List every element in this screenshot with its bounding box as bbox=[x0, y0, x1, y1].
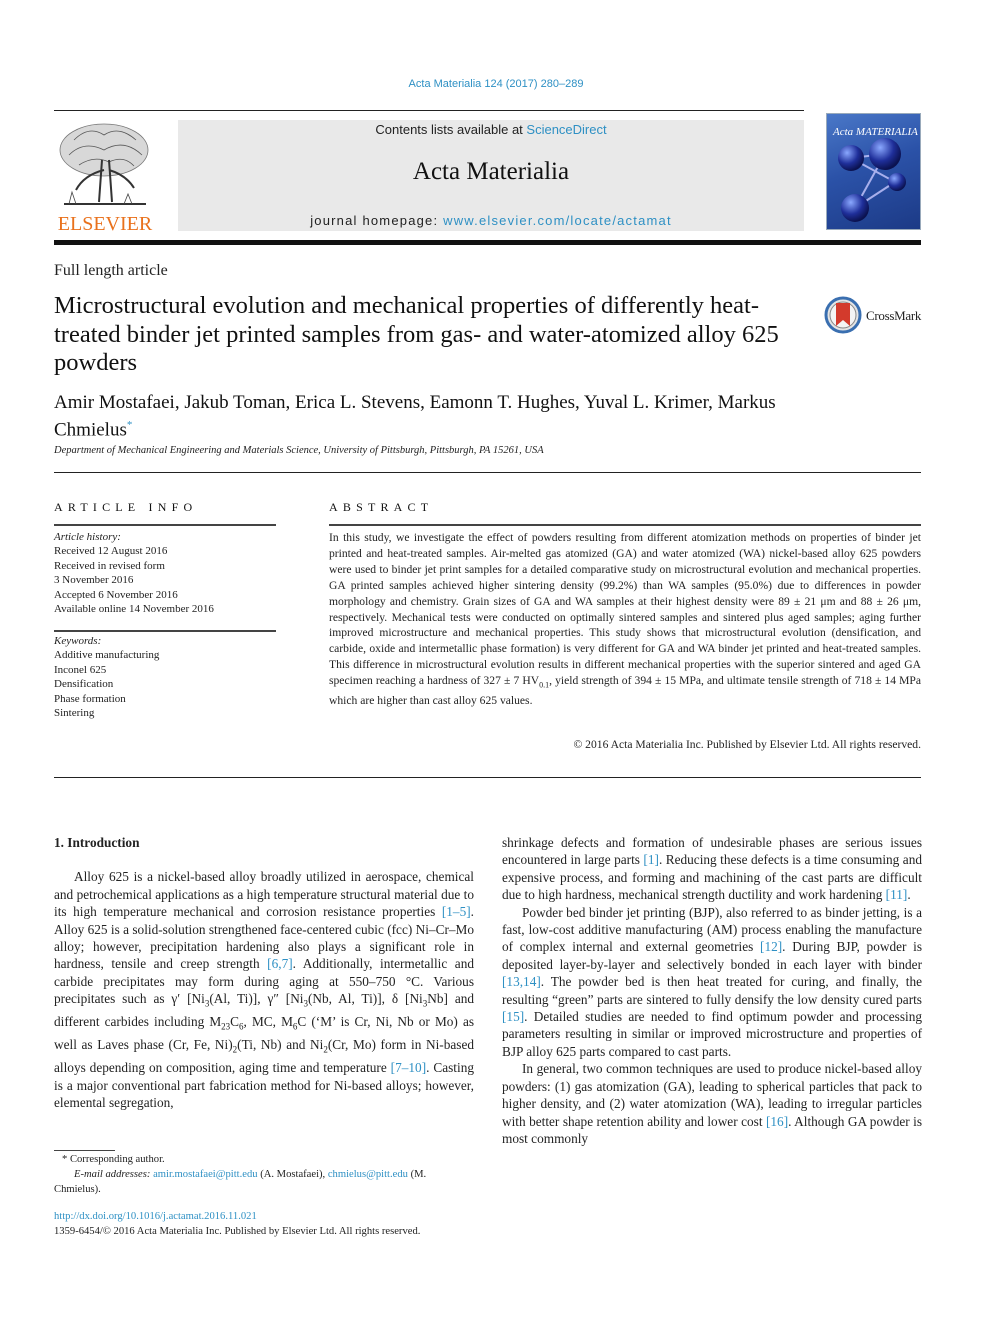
header-thick-rule bbox=[54, 240, 921, 245]
reference-link[interactable]: [16] bbox=[766, 1114, 788, 1129]
elsevier-tree-icon bbox=[59, 123, 149, 205]
crossmark-button[interactable]: CrossMark bbox=[824, 296, 924, 336]
doi-link[interactable]: http://dx.doi.org/10.1016/j.actamat.2016… bbox=[54, 1211, 257, 1222]
reference-link[interactable]: [1–5] bbox=[442, 904, 471, 919]
article-info-rule bbox=[54, 524, 276, 526]
hardness-subscript: 0.1 bbox=[539, 680, 550, 690]
keyword-item: Densification bbox=[54, 678, 114, 691]
history-item: Available online 14 November 2016 bbox=[54, 603, 214, 616]
reference-link[interactable]: [6,7] bbox=[267, 956, 292, 971]
author-names: Amir Mostafaei, Jakub Toman, Erica L. St… bbox=[54, 392, 776, 441]
keywords: Keywords: Additive manufacturing Inconel… bbox=[54, 634, 276, 720]
email-addresses: E-mail addresses: amir.mostafaei@pitt.ed… bbox=[54, 1169, 427, 1195]
abstract-rule bbox=[329, 524, 921, 526]
corresponding-author-note: * Corresponding author. bbox=[62, 1154, 165, 1165]
article-history: Article history: Received 12 August 2016… bbox=[54, 530, 276, 616]
abstract-heading: ABSTRACT bbox=[329, 500, 434, 514]
abstract-text: In this study, we investigate the effect… bbox=[329, 530, 921, 709]
elsevier-wordmark: ELSEVIER bbox=[57, 213, 153, 235]
homepage-line: journal homepage: www.elsevier.com/locat… bbox=[178, 213, 804, 228]
email-link[interactable]: chmielus@pitt.edu bbox=[328, 1169, 408, 1180]
article-title: Microstructural evolution and mechanical… bbox=[54, 292, 779, 376]
keyword-item: Phase formation bbox=[54, 692, 126, 705]
article-info-heading: ARTICLE INFO bbox=[54, 500, 198, 514]
homepage-prefix: journal homepage: bbox=[310, 213, 444, 228]
journal-banner: Contents lists available at ScienceDirec… bbox=[178, 120, 804, 231]
abstract-end-rule bbox=[54, 777, 921, 778]
corresponding-author-mark[interactable]: * bbox=[127, 419, 133, 431]
sciencedirect-link[interactable]: ScienceDirect bbox=[526, 122, 606, 137]
cover-spheres-graphic bbox=[838, 138, 906, 222]
email-link[interactable]: amir.mostafaei@pitt.edu bbox=[153, 1169, 257, 1180]
history-item: Accepted 6 November 2016 bbox=[54, 588, 178, 601]
keyword-item: Inconel 625 bbox=[54, 663, 107, 676]
affiliation-rule bbox=[54, 472, 921, 473]
journal-citation-link[interactable]: Acta Materialia 124 (2017) 280–289 bbox=[0, 78, 992, 90]
footnote-rule bbox=[54, 1150, 115, 1151]
affiliation: Department of Mechanical Engineering and… bbox=[54, 445, 544, 456]
intro-paragraph-3: In general, two common techniques are us… bbox=[502, 1061, 922, 1146]
abstract-text-part: In this study, we investigate the effect… bbox=[329, 531, 921, 688]
history-item: 3 November 2016 bbox=[54, 574, 134, 587]
reference-link[interactable]: [12] bbox=[760, 939, 782, 954]
keywords-label: Keywords: bbox=[54, 635, 102, 647]
history-item: Received 12 August 2016 bbox=[54, 545, 168, 558]
reference-link[interactable]: [15] bbox=[502, 1009, 524, 1024]
contents-prefix: Contents lists available at bbox=[375, 122, 527, 137]
reference-link[interactable]: [11] bbox=[886, 887, 908, 902]
keyword-item: Sintering bbox=[54, 707, 95, 720]
intro-paragraph-1: Alloy 625 is a nickel-based alloy broadl… bbox=[54, 869, 475, 1111]
keywords-rule bbox=[54, 630, 276, 632]
section-heading-introduction: 1. Introduction bbox=[54, 835, 140, 850]
contents-line: Contents lists available at ScienceDirec… bbox=[178, 122, 804, 137]
footnote: * Corresponding author. E-mail addresses… bbox=[54, 1152, 474, 1197]
keyword-item: Additive manufacturing bbox=[54, 649, 160, 662]
email-label: E-mail addresses: bbox=[74, 1169, 151, 1180]
crossmark-label: CrossMark bbox=[866, 308, 922, 323]
intro-paragraph-2: Powder bed binder jet printing (BJP), al… bbox=[502, 904, 922, 1059]
intro-paragraph-continued: shrinkage defects and formation of undes… bbox=[502, 835, 922, 903]
article-type: Full length article bbox=[54, 262, 168, 279]
elsevier-logo: ELSEVIER bbox=[54, 120, 156, 235]
history-item: Received in revised form bbox=[54, 559, 165, 572]
abstract-copyright: © 2016 Acta Materialia Inc. Published by… bbox=[573, 738, 921, 751]
reference-link[interactable]: [1] bbox=[643, 852, 659, 867]
article-history-label: Article history: bbox=[54, 531, 121, 543]
author-list: Amir Mostafaei, Jakub Toman, Erica L. St… bbox=[54, 392, 814, 441]
body-column-left: 1. Introduction Alloy 625 is a nickel-ba… bbox=[54, 834, 474, 1112]
header-rule bbox=[54, 110, 804, 111]
body-column-right: shrinkage defects and formation of undes… bbox=[502, 834, 922, 1147]
journal-cover-image[interactable]: Acta MATERIALIA bbox=[826, 113, 921, 230]
journal-homepage-link[interactable]: www.elsevier.com/locate/actamat bbox=[443, 213, 672, 228]
reference-link[interactable]: [7–10] bbox=[391, 1060, 426, 1075]
reference-link[interactable]: [13,14] bbox=[502, 974, 541, 989]
issn-copyright: 1359-6454/© 2016 Acta Materialia Inc. Pu… bbox=[54, 1226, 421, 1237]
journal-name: Acta Materialia bbox=[412, 158, 570, 185]
crossmark-icon bbox=[824, 296, 862, 334]
